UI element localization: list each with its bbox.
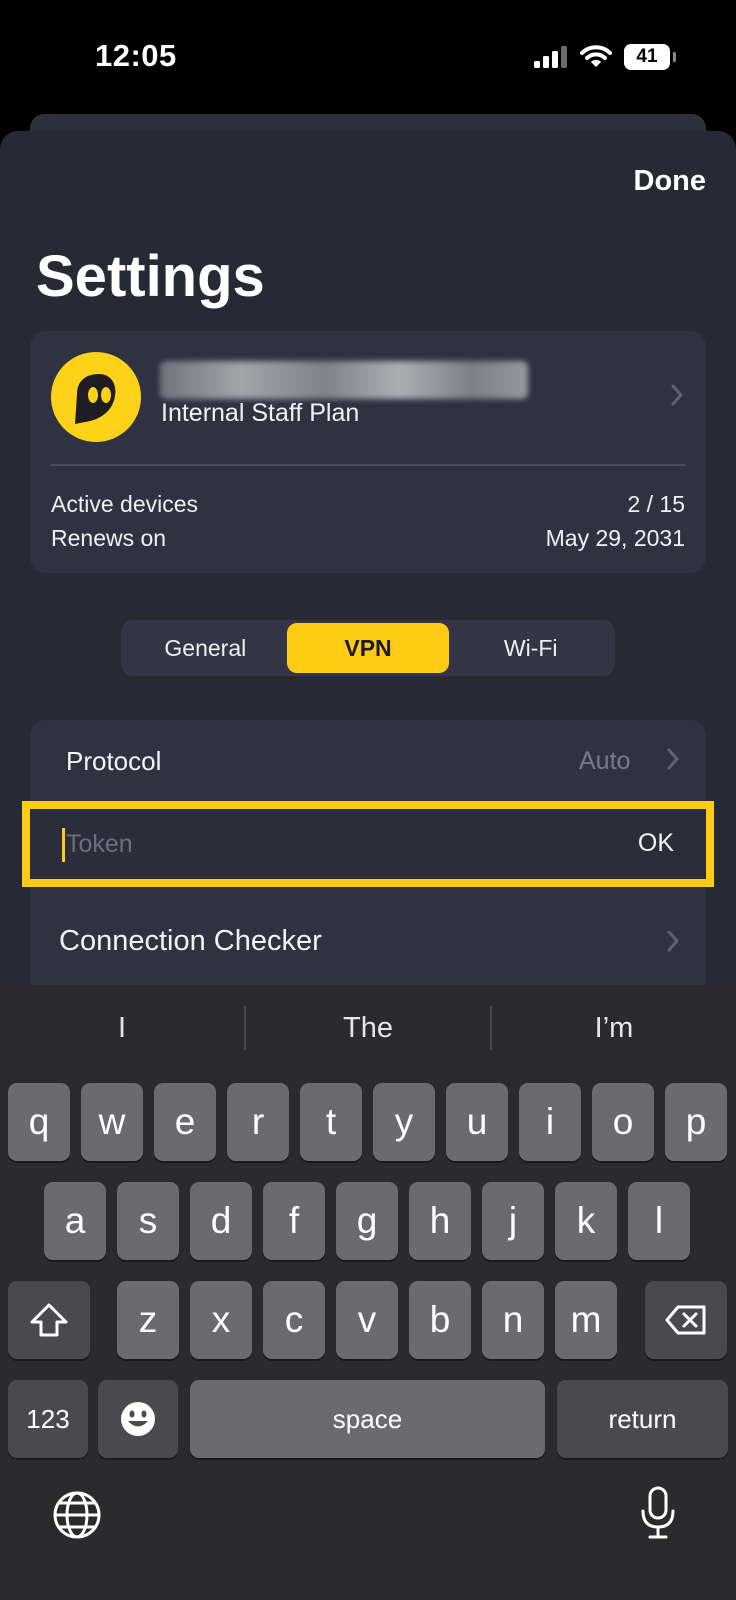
token-input[interactable] xyxy=(66,819,566,869)
key-n[interactable]: n xyxy=(482,1281,544,1359)
card-divider xyxy=(51,464,685,466)
tab-vpn[interactable]: VPN xyxy=(286,623,450,673)
key-o[interactable]: o xyxy=(592,1083,654,1161)
key-q[interactable]: q xyxy=(8,1083,70,1161)
battery-level: 41 xyxy=(636,46,658,67)
key-j[interactable]: j xyxy=(482,1182,544,1260)
status-time: 12:05 xyxy=(95,38,177,73)
key-w[interactable]: w xyxy=(81,1083,143,1161)
cellular-signal-icon xyxy=(534,46,567,68)
key-r[interactable]: r xyxy=(227,1083,289,1161)
key-k[interactable]: k xyxy=(555,1182,617,1260)
key-t[interactable]: t xyxy=(300,1083,362,1161)
connection-checker-label[interactable]: Connection Checker xyxy=(59,925,322,958)
globe-icon xyxy=(53,1491,101,1539)
battery-icon: 41 xyxy=(624,44,676,70)
emoji-key[interactable] xyxy=(98,1380,178,1458)
suggestion-bar: I The I’m xyxy=(0,985,736,1071)
key-l[interactable]: l xyxy=(628,1182,690,1260)
renews-on-label: Renews on xyxy=(51,525,167,551)
token-field[interactable]: OK xyxy=(22,801,714,887)
chevron-right-icon xyxy=(666,747,680,778)
microphone-icon xyxy=(641,1486,675,1539)
status-icons: 41 xyxy=(534,44,676,70)
shift-key[interactable] xyxy=(8,1281,90,1359)
redacted-username xyxy=(160,361,528,399)
key-u[interactable]: u xyxy=(446,1083,508,1161)
key-d[interactable]: d xyxy=(190,1182,252,1260)
tab-wifi[interactable]: Wi-Fi xyxy=(449,623,612,673)
chevron-right-icon xyxy=(666,929,680,960)
key-e[interactable]: e xyxy=(154,1083,216,1161)
shift-icon xyxy=(30,1303,68,1337)
dictation-button[interactable] xyxy=(640,1485,676,1546)
key-g[interactable]: g xyxy=(336,1182,398,1260)
key-b[interactable]: b xyxy=(409,1281,471,1359)
chevron-right-icon xyxy=(670,383,684,414)
key-i[interactable]: i xyxy=(519,1083,581,1161)
active-devices-value: 2 / 15 xyxy=(627,491,685,517)
protocol-value[interactable]: Auto xyxy=(579,747,630,776)
backspace-icon xyxy=(665,1305,706,1335)
settings-tabs: General VPN Wi-Fi xyxy=(121,620,615,676)
ok-button[interactable]: OK xyxy=(638,829,674,858)
tab-general[interactable]: General xyxy=(124,623,287,673)
key-p[interactable]: p xyxy=(665,1083,727,1161)
delete-key[interactable] xyxy=(645,1281,727,1359)
key-v[interactable]: v xyxy=(336,1281,398,1359)
key-y[interactable]: y xyxy=(373,1083,435,1161)
ios-keyboard: I The I’m q w e r t y u i o p a s d f g … xyxy=(0,985,736,1600)
active-devices-label: Active devices xyxy=(51,491,199,517)
key-z[interactable]: z xyxy=(117,1281,179,1359)
page-title: Settings xyxy=(36,244,265,309)
renews-on-row: Renews on May 29, 2031 xyxy=(51,525,685,552)
text-caret xyxy=(62,828,65,862)
key-c[interactable]: c xyxy=(263,1281,325,1359)
numbers-key[interactable]: 123 xyxy=(8,1380,88,1458)
key-f[interactable]: f xyxy=(263,1182,325,1260)
return-key[interactable]: return xyxy=(557,1380,728,1458)
suggestion-3[interactable]: I’m xyxy=(492,1012,736,1045)
suggestion-1[interactable]: I xyxy=(0,1012,244,1045)
key-x[interactable]: x xyxy=(190,1281,252,1359)
globe-button[interactable] xyxy=(52,1490,102,1545)
done-button[interactable]: Done xyxy=(634,165,707,198)
renews-on-value: May 29, 2031 xyxy=(545,525,685,551)
plan-name: Internal Staff Plan xyxy=(161,399,360,427)
key-h[interactable]: h xyxy=(409,1182,471,1260)
key-a[interactable]: a xyxy=(44,1182,106,1260)
suggestion-2[interactable]: The xyxy=(246,1012,490,1045)
ghost-logo-icon xyxy=(51,352,141,442)
status-bar: 12:05 41 xyxy=(0,0,736,120)
key-s[interactable]: s xyxy=(117,1182,179,1260)
wifi-icon xyxy=(580,45,612,67)
key-m[interactable]: m xyxy=(555,1281,617,1359)
active-devices-row: Active devices 2 / 15 xyxy=(51,491,685,518)
space-key[interactable]: space xyxy=(190,1380,545,1458)
emoji-icon xyxy=(121,1402,155,1436)
account-card[interactable]: Internal Staff Plan Active devices 2 / 1… xyxy=(30,331,706,573)
protocol-label[interactable]: Protocol xyxy=(66,746,161,777)
